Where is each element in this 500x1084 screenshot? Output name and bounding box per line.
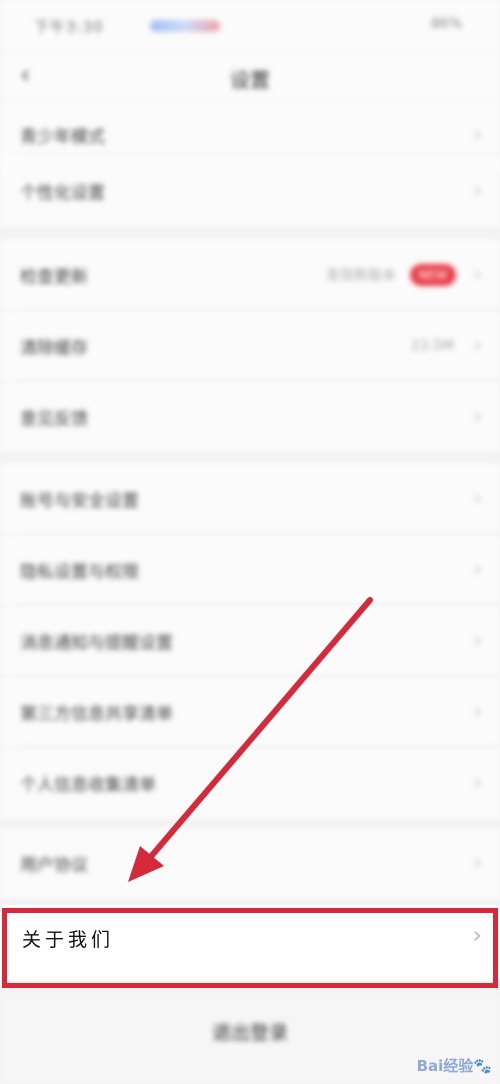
chevron-right-icon: ›	[473, 699, 482, 725]
update-status: 发现新版本	[326, 268, 396, 284]
row-label: 个性化设置	[20, 183, 105, 204]
settings-row-clear-cache[interactable]: 清除缓存 23.5M ›	[0, 311, 500, 381]
chevron-right-icon: ›	[473, 122, 482, 148]
settings-row-third-party[interactable]: 第三方信息共享清单 ›	[0, 677, 500, 747]
settings-row-notifications[interactable]: 消息通知与提醒设置 ›	[0, 606, 500, 676]
row-label: 个人信息收集清单	[20, 775, 156, 796]
battery-indicator: 86%	[430, 16, 462, 32]
settings-row-account-security[interactable]: 账号与安全设置 ›	[0, 464, 500, 534]
chevron-right-icon: ›	[473, 770, 482, 796]
row-label: 第三方信息共享清单	[20, 704, 173, 725]
settings-row-personalize[interactable]: 个性化设置 ›	[0, 156, 500, 226]
row-label: 隐私设置与权限	[20, 562, 139, 583]
chevron-right-icon: ›	[473, 557, 482, 583]
row-label: 消息通知与提醒设置	[20, 633, 173, 654]
chevron-right-icon: ›	[473, 178, 482, 204]
chevron-right-icon: ›	[473, 850, 482, 876]
settings-row-feedback[interactable]: 意见反馈 ›	[0, 382, 500, 452]
status-time: 下午3:30	[34, 18, 104, 36]
row-label: 关于我们	[22, 929, 115, 951]
row-label: 意见反馈	[20, 409, 88, 430]
chevron-right-icon: ›	[473, 486, 482, 512]
chevron-right-icon: ›	[473, 262, 482, 288]
nav-bar: ‹ 设置	[0, 52, 500, 100]
paw-icon: 🐾	[473, 1057, 492, 1075]
row-label: 检查更新	[20, 267, 88, 288]
cache-size: 23.5M	[410, 338, 454, 354]
new-badge: NEW	[410, 264, 456, 286]
chevron-right-icon: ›	[472, 921, 482, 949]
chevron-right-icon: ›	[473, 333, 482, 359]
settings-row-check-update[interactable]: 检查更新 发现新版本 NEW ›	[0, 240, 500, 310]
watermark: Bai经验🐾	[417, 1055, 492, 1076]
settings-row-about-us[interactable]: 关于我们 ›	[0, 905, 500, 981]
status-bar: 下午3:30 86%	[0, 0, 500, 52]
row-label: 用户协议	[20, 855, 88, 876]
settings-row-user-agreement[interactable]: 用户协议 ›	[0, 828, 500, 898]
settings-row-personal-info[interactable]: 个人信息收集清单 ›	[0, 748, 500, 818]
row-label: 账号与安全设置	[20, 491, 139, 512]
page-title: 设置	[230, 68, 270, 92]
chevron-right-icon: ›	[473, 628, 482, 654]
logout-label: 退出登录	[211, 1022, 288, 1044]
chevron-right-icon: ›	[473, 404, 482, 430]
watermark-text: Bai经验	[416, 1057, 474, 1075]
row-label: 清除缓存	[20, 338, 88, 359]
status-icons	[150, 20, 220, 32]
row-label: 青少年模式	[20, 127, 105, 148]
settings-row-privacy[interactable]: 隐私设置与权限 ›	[0, 535, 500, 605]
